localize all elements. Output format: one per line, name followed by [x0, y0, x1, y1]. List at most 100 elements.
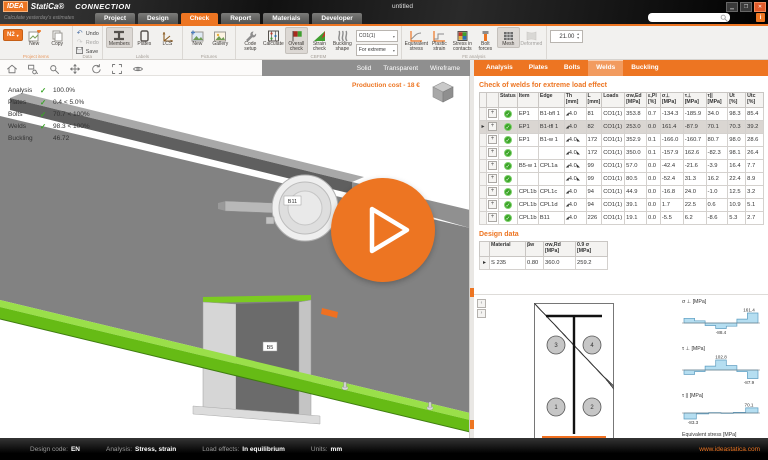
mesh-button[interactable]: Mesh: [497, 27, 520, 48]
buckling-shape-button[interactable]: Buckling shape: [331, 27, 354, 54]
load-combination-select[interactable]: CO1(1)▾: [356, 30, 398, 42]
viewport-3d[interactable]: Analysis✓100.0%Plates✓0.4 < 5.0%Bolts✓70…: [0, 76, 470, 438]
lcs-button[interactable]: LCS: [156, 27, 179, 48]
weld-row[interactable]: +✓CPL1bCPL1d◢4.094CO1(1)39.10.01.722.50.…: [480, 198, 764, 211]
view-mode-wireframe[interactable]: Wireframe: [430, 65, 460, 72]
status-ok-icon: ✓: [504, 201, 512, 209]
diagram-stress-1: τ ⊥ [MPa]102.8-87.9: [680, 346, 766, 391]
check-ok-icon: ✓: [40, 110, 53, 119]
svg-text:161.4: 161.4: [743, 308, 755, 313]
view-cube[interactable]: [430, 80, 456, 109]
gallery-button[interactable]: Gallery: [209, 27, 232, 48]
copy-project-item-button[interactable]: Copy: [46, 27, 69, 48]
weld-row[interactable]: +✓B5-w 1CPL1a◢4.0◣99CO1(1)57.00.0-42.4-2…: [480, 159, 764, 172]
bolt-position: 3: [547, 336, 565, 354]
project-item-n2-button[interactable]: N2 ▾: [3, 29, 23, 41]
expand-row-button[interactable]: +: [488, 174, 497, 183]
ribbon-tab-materials[interactable]: Materials: [263, 13, 309, 24]
overall-check-button[interactable]: Overall check: [285, 27, 308, 54]
collapse-detail-button[interactable]: ›: [477, 309, 486, 318]
results-tab-plates[interactable]: Plates: [521, 60, 556, 76]
row-selector[interactable]: [480, 198, 487, 211]
stepper-arrows-icon: ▲▼: [576, 33, 579, 40]
expand-row-button[interactable]: +: [488, 122, 497, 131]
ribbon-tab-design[interactable]: Design: [138, 13, 178, 24]
new-picture-button[interactable]: New: [186, 27, 209, 48]
calculate-button[interactable]: Calculate: [262, 27, 285, 48]
new-project-item-button[interactable]: New: [23, 27, 46, 48]
weld-row[interactable]: +✓CPL1bCPL1c◢4.094CO1(1)44.90.0-16.824.0…: [480, 185, 764, 198]
minimize-button[interactable]: ▁: [726, 2, 738, 12]
info-button[interactable]: i: [756, 13, 765, 22]
weld-col-header: [480, 93, 487, 108]
weld-col-header: ε,Pl[%]: [646, 93, 660, 108]
results-tab-bolts[interactable]: Bolts: [556, 60, 588, 76]
expand-row-button[interactable]: +: [488, 135, 497, 144]
close-icon: ✕: [758, 5, 762, 10]
expand-row-button[interactable]: +: [488, 213, 497, 222]
check-ok-icon: ✓: [40, 98, 53, 107]
members-labels-button[interactable]: Members: [106, 27, 133, 48]
plastic-strain-button[interactable]: Plastic strain: [428, 27, 451, 54]
design-row[interactable]: ▸S 2350.80360.0259.2: [480, 256, 608, 269]
weld-col-header: Loads: [602, 93, 625, 108]
design-col-header: 0.9 σ[MPa]: [576, 241, 608, 256]
plates-labels-button[interactable]: Plates: [133, 27, 156, 48]
view-mode-solid[interactable]: Solid: [357, 65, 371, 72]
weld-detail-area: ‹ › 1234 σ ⊥ [MPa]161.4-88.4τ ⊥ [MPa]102…: [474, 294, 768, 438]
ribbon-tab-check[interactable]: Check: [181, 13, 219, 24]
row-selector[interactable]: ▸: [480, 120, 487, 133]
code-setup-button[interactable]: Code setup: [239, 27, 262, 54]
row-selector[interactable]: [480, 185, 487, 198]
bolt-forces-button[interactable]: Bolt forces: [474, 27, 497, 54]
weld-row[interactable]: +✓◢4.0◣99CO1(1)80.50.0-52.431.316.222.48…: [480, 172, 764, 185]
weld-row[interactable]: +✓◢4.0◣172CO1(1)350.00.1-157.9162.6-82.3…: [480, 146, 764, 159]
ribbon-tab-project[interactable]: Project: [95, 13, 135, 24]
row-selector[interactable]: [480, 133, 487, 146]
expand-row-button[interactable]: +: [488, 148, 497, 157]
expand-row-button[interactable]: +: [488, 187, 497, 196]
weld-row[interactable]: +✓CPL1bB11◢4.0226CO1(1)19.10.0-5.56.2-8.…: [480, 211, 764, 224]
results-tab-welds[interactable]: Welds: [588, 60, 623, 76]
weld-row[interactable]: +✓EP1B1-w 1◢4.0◣172CO1(1)352.90.1-166.0-…: [480, 133, 764, 146]
diagram-stress-2: τ || [MPa]70.1-83.3: [680, 393, 766, 430]
deformed-button[interactable]: Deformed: [520, 27, 543, 48]
row-selector[interactable]: [480, 211, 487, 224]
expand-row-button[interactable]: +: [488, 109, 497, 118]
equivalent-stress-button[interactable]: Equivalent stress: [405, 27, 428, 54]
close-button[interactable]: ✕: [754, 2, 766, 12]
bolt-label: B11: [288, 199, 297, 205]
ribbon-tab-developer[interactable]: Developer: [312, 13, 361, 24]
row-selector[interactable]: [480, 159, 487, 172]
results-tab-buckling[interactable]: Buckling: [623, 60, 666, 76]
weld-row[interactable]: +✓EP1B1-bfl 1◢4.081CO1(1)353.80.7-134.3-…: [480, 107, 764, 120]
undo-button[interactable]: ↶Undo: [76, 29, 99, 38]
search-input[interactable]: [648, 13, 730, 22]
row-selector[interactable]: [480, 107, 487, 120]
expand-row-button[interactable]: +: [488, 200, 497, 209]
expand-detail-button[interactable]: ‹: [477, 299, 486, 308]
weld-col-header: σ⊥[MPa]: [660, 93, 683, 108]
view-mode-transparent[interactable]: Transparent: [383, 65, 418, 72]
stress-in-contacts-button[interactable]: Stress in contacts: [451, 27, 474, 54]
strain-check-button[interactable]: Strain check: [308, 27, 331, 54]
results-tab-analysis[interactable]: Analysis: [478, 60, 521, 76]
restore-button[interactable]: ❐: [740, 2, 752, 12]
website-link[interactable]: www.ideastatica.com: [699, 438, 760, 460]
summary-row-buckling: Buckling46.72: [8, 132, 90, 144]
play-video-button[interactable]: [331, 178, 435, 282]
status-item: Analysis:Stress, strain: [106, 446, 176, 453]
status-ok-icon: ✓: [504, 149, 512, 157]
svg-text:-87.9: -87.9: [744, 380, 755, 385]
ribbon-tab-report[interactable]: Report: [221, 13, 260, 24]
weld-col-header: τ||[MPa]: [706, 93, 728, 108]
view-cube-icon: [430, 80, 456, 104]
expand-row-button[interactable]: +: [488, 161, 497, 170]
row-selector[interactable]: [480, 172, 487, 185]
double-fillet-weld-icon: ◣: [577, 163, 580, 168]
weld-row[interactable]: ▸+✓EP1B1-tfl 1◢4.082CO1(1)253.00.0161.4-…: [480, 120, 764, 133]
weld-mesh-diagram: 1234: [534, 303, 614, 438]
redo-button[interactable]: ↷Redo: [76, 38, 99, 47]
deformation-scale-stepper[interactable]: 21.00 ▲▼: [550, 30, 583, 43]
row-selector[interactable]: [480, 146, 487, 159]
